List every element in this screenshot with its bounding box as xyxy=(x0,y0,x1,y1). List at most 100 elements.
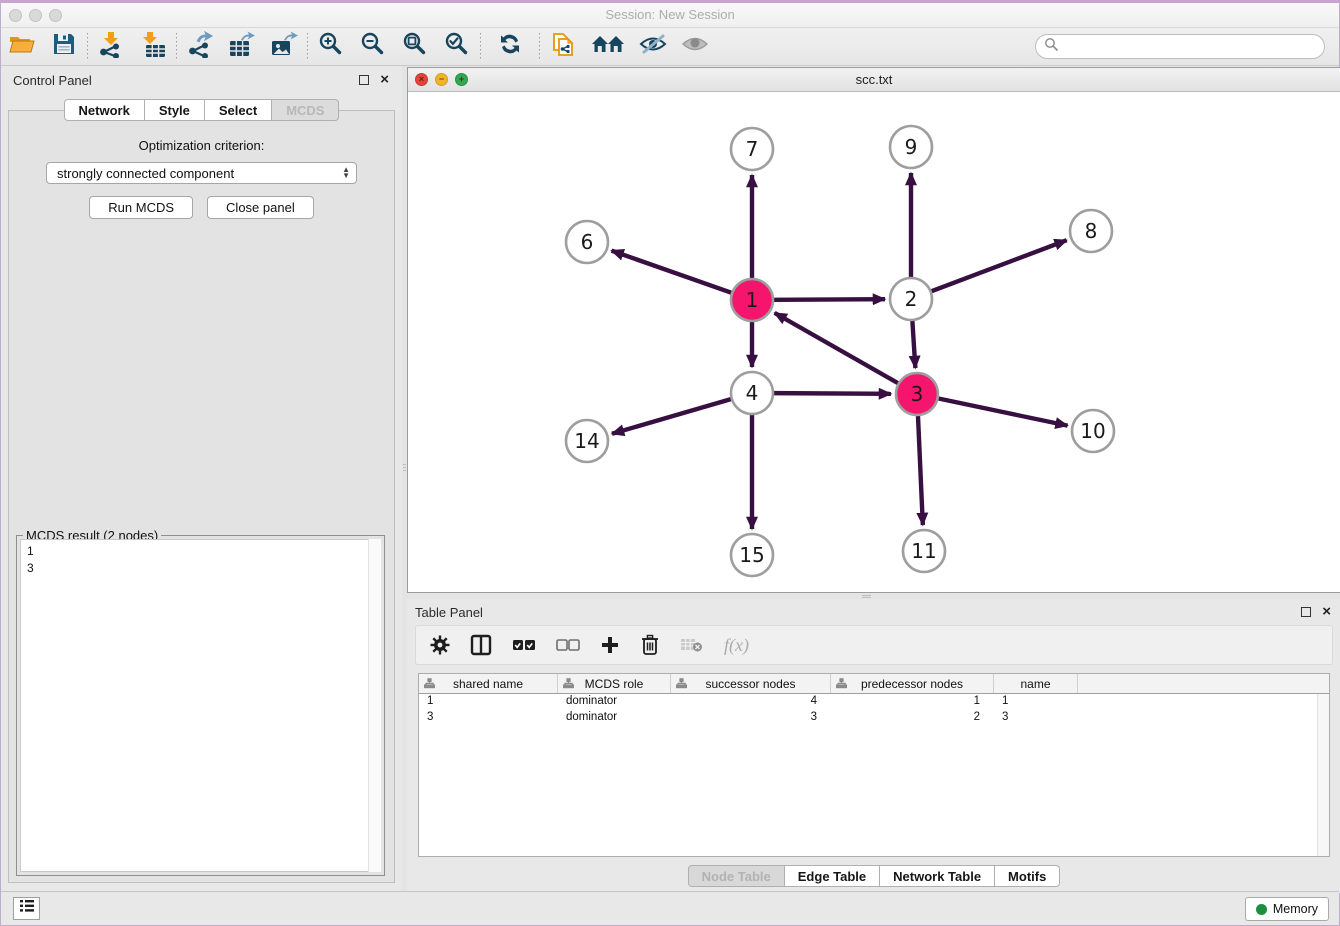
home-button[interactable] xyxy=(584,31,632,63)
table-tabs: Node TableEdge TableNetwork TableMotifs xyxy=(407,865,1340,887)
column-header-predecessor-nodes[interactable]: predecessor nodes xyxy=(831,674,994,693)
table-cell[interactable]: 1 xyxy=(419,694,558,710)
float-panel-icon[interactable] xyxy=(359,75,369,85)
add-column-icon[interactable] xyxy=(600,635,620,655)
graph-edge-1-2[interactable] xyxy=(774,299,885,300)
tree-sort-icon xyxy=(424,678,435,692)
export-image-button[interactable] xyxy=(263,31,305,63)
close-panel-button[interactable]: Close panel xyxy=(207,196,314,219)
table-panel-header: Table Panel × xyxy=(407,599,1340,625)
tab-mcds[interactable]: MCDS xyxy=(272,99,339,121)
import-network-button[interactable] xyxy=(90,31,132,63)
open-folder-icon xyxy=(8,32,36,61)
show-panels-button[interactable] xyxy=(13,897,40,920)
graph-edge-3-1[interactable] xyxy=(775,313,898,383)
list-icon xyxy=(19,899,35,918)
result-scrollbar[interactable] xyxy=(368,539,381,872)
tab-select[interactable]: Select xyxy=(205,99,272,121)
control-panel-header: Control Panel × xyxy=(1,67,402,93)
application-window: Session: New Session xyxy=(0,0,1340,926)
tree-sort-icon xyxy=(563,678,574,692)
mcds-result-item[interactable]: 1 xyxy=(27,543,374,560)
close-table-panel-icon[interactable]: × xyxy=(1322,603,1331,621)
table-cell[interactable]: 3 xyxy=(671,710,831,726)
import-table-button[interactable] xyxy=(132,31,174,63)
tab-network[interactable]: Network xyxy=(64,99,145,121)
deselect-all-icon[interactable] xyxy=(556,638,580,652)
graph-edge-4-14[interactable] xyxy=(612,399,731,434)
toolbar-separator xyxy=(176,33,177,61)
zoom-out-button[interactable] xyxy=(352,31,394,63)
hide-eye-icon xyxy=(639,32,667,61)
delete-column-icon[interactable] xyxy=(640,634,660,656)
export-table-button[interactable] xyxy=(221,31,263,63)
select-all-icon[interactable] xyxy=(512,638,536,652)
table-cell[interactable]: 3 xyxy=(419,710,558,726)
toolbar-separator xyxy=(480,33,481,61)
export-network-button[interactable] xyxy=(179,31,221,63)
table-cell[interactable]: 1 xyxy=(831,694,994,710)
table-cell[interactable]: 2 xyxy=(831,710,994,726)
table-cell[interactable]: 3 xyxy=(994,710,1078,726)
status-bar: Memory xyxy=(1,891,1339,925)
zoom-selected-button[interactable] xyxy=(436,31,478,63)
column-header-successor-nodes[interactable]: successor nodes xyxy=(671,674,831,693)
graph-edge-4-3[interactable] xyxy=(774,393,891,394)
tree-sort-icon xyxy=(676,678,687,692)
optimization-criterion-select[interactable]: strongly connected component ▲▼ xyxy=(46,162,357,184)
table-tab-edge-table[interactable]: Edge Table xyxy=(785,865,880,887)
save-floppy-icon xyxy=(52,32,76,61)
table-cell[interactable]: 1 xyxy=(994,694,1078,710)
table-row[interactable]: 3dominator323 xyxy=(419,710,1329,726)
search-icon xyxy=(1044,37,1059,57)
table-row[interactable]: 1dominator411 xyxy=(419,694,1329,710)
column-header-MCDS-role[interactable]: MCDS role xyxy=(558,674,671,693)
network-canvas[interactable]: 7968124314101511 xyxy=(408,92,1340,592)
zoom-selected-icon xyxy=(444,31,470,62)
zoom-in-button[interactable] xyxy=(310,31,352,63)
graph-edge-2-3[interactable] xyxy=(912,321,915,368)
open-session-button[interactable] xyxy=(1,31,43,63)
refresh-button[interactable] xyxy=(483,31,537,63)
float-table-panel-icon[interactable] xyxy=(1301,607,1311,617)
search-field[interactable] xyxy=(1035,34,1325,59)
export-network-icon xyxy=(187,31,214,63)
hide-selected-button[interactable] xyxy=(632,31,674,63)
graph-edge-3-10[interactable] xyxy=(939,399,1068,426)
table-tab-network-table[interactable]: Network Table xyxy=(880,865,995,887)
settings-gear-icon[interactable] xyxy=(430,635,450,655)
column-header-shared-name[interactable]: shared name xyxy=(419,674,558,693)
optimization-criterion-label: Optimization criterion: xyxy=(9,138,394,153)
tab-style[interactable]: Style xyxy=(145,99,205,121)
search-input[interactable] xyxy=(1059,37,1324,57)
network-title: scc.txt xyxy=(408,72,1340,87)
show-all-button[interactable] xyxy=(674,31,716,63)
mcds-result-list[interactable]: 13 xyxy=(20,539,381,872)
graph-edge-1-6[interactable] xyxy=(612,251,732,293)
graph-node-label: 6 xyxy=(581,230,594,254)
main-toolbar xyxy=(1,28,1339,66)
column-header-name[interactable]: name xyxy=(994,674,1078,693)
export-table-icon xyxy=(228,31,256,63)
column-browser-icon[interactable] xyxy=(470,634,492,656)
run-mcds-button[interactable]: Run MCDS xyxy=(89,196,193,219)
mcds-result-item[interactable]: 3 xyxy=(27,560,374,577)
graph-node-label: 7 xyxy=(746,137,759,161)
table-cell[interactable]: 4 xyxy=(671,694,831,710)
save-session-button[interactable] xyxy=(43,31,85,63)
table-tab-node-table[interactable]: Node Table xyxy=(688,865,785,887)
memory-button[interactable]: Memory xyxy=(1245,897,1329,921)
duplicate-network-button[interactable] xyxy=(542,31,584,63)
zoom-fit-button[interactable] xyxy=(394,31,436,63)
graph-node-label: 2 xyxy=(905,287,918,311)
node-table: shared nameMCDS rolesuccessor nodesprede… xyxy=(418,673,1330,857)
memory-status-icon xyxy=(1256,904,1267,915)
graph-edge-2-8[interactable] xyxy=(932,240,1067,291)
close-panel-icon[interactable]: × xyxy=(380,71,389,89)
table-cell[interactable]: dominator xyxy=(558,710,671,726)
graph-node-label: 10 xyxy=(1080,419,1105,443)
table-scrollbar[interactable] xyxy=(1317,694,1329,856)
table-tab-motifs[interactable]: Motifs xyxy=(995,865,1060,887)
table-cell[interactable]: dominator xyxy=(558,694,671,710)
graph-edge-3-11[interactable] xyxy=(918,416,923,525)
